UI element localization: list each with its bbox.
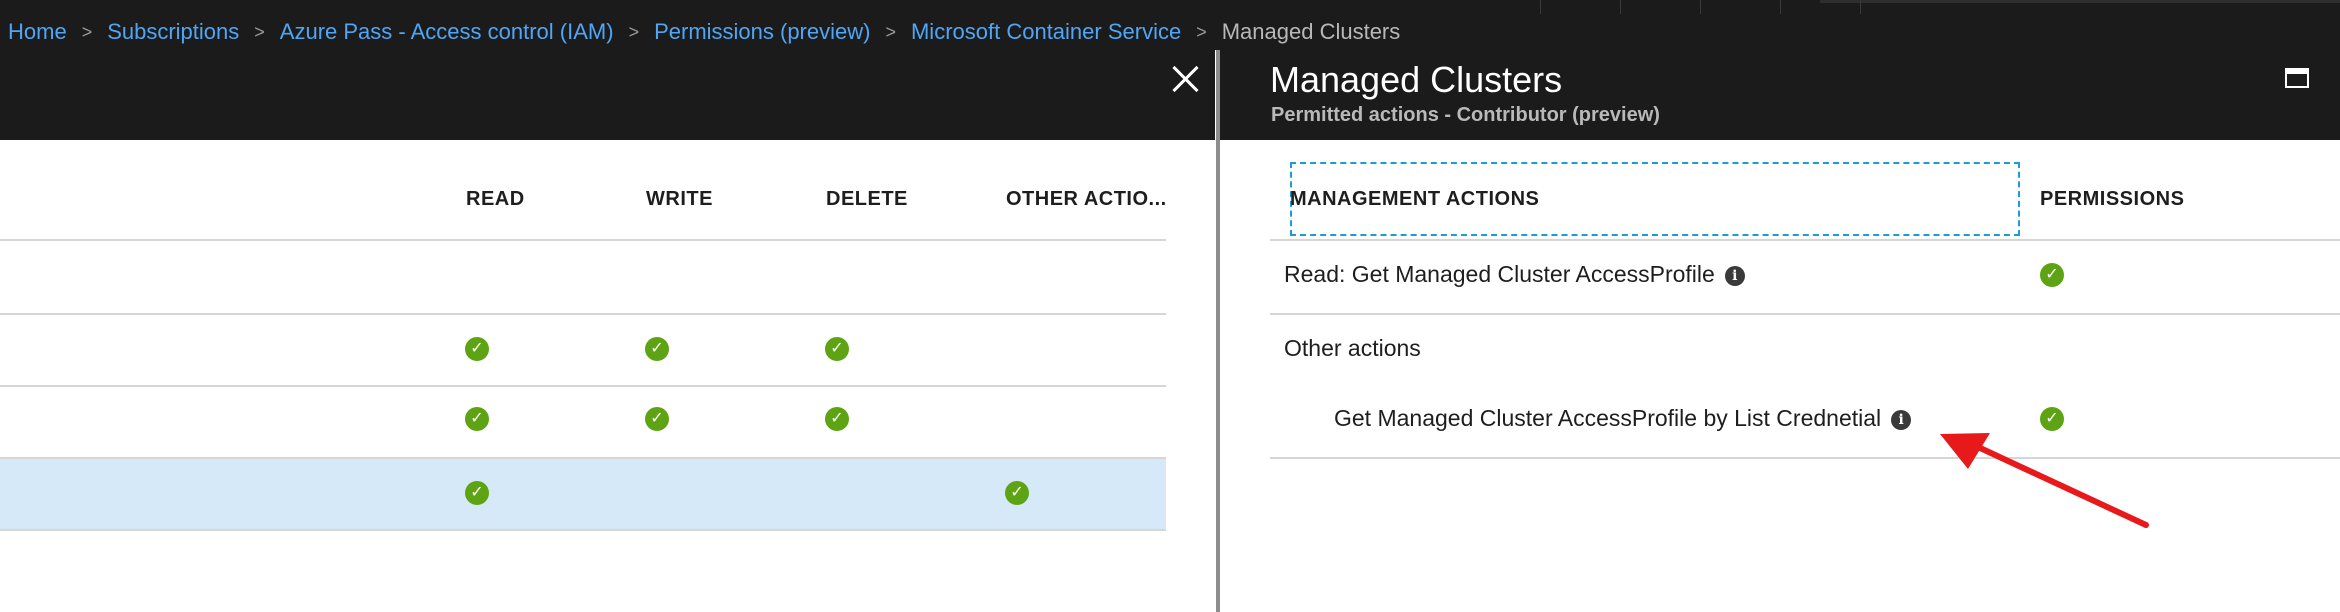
check-icon: ✓ <box>1005 481 1029 505</box>
breadcrumb-permissions[interactable]: Permissions (preview) <box>654 19 870 45</box>
column-header-write[interactable]: WRITE <box>646 188 713 211</box>
breadcrumb-current: Managed Clusters <box>1221 19 1401 44</box>
breadcrumb-separator: > <box>254 21 265 42</box>
check-icon: ✓ <box>2040 263 2064 287</box>
check-icon: ✓ <box>825 337 849 361</box>
action-row[interactable]: Read: Get Managed Cluster AccessProfile i… <box>1270 241 2340 313</box>
annotation-arrow-icon <box>1940 433 2149 528</box>
check-icon: ✓ <box>825 407 849 431</box>
breadcrumb-access-control[interactable]: Azure Pass - Access control (IAM) <box>280 19 614 45</box>
check-icon: ✓ <box>465 337 489 361</box>
table-divider <box>0 529 1166 531</box>
breadcrumb-separator: > <box>885 21 896 42</box>
action-row[interactable]: Other actions <box>1270 315 2340 385</box>
table-row[interactable]: ✓ ✓ ✓ <box>0 315 1166 385</box>
action-row-content: Get Managed Cluster AccessProfile by Lis… <box>1334 405 1912 432</box>
action-label: Other actions <box>1284 335 1421 361</box>
breadcrumb-home[interactable]: Home <box>8 19 67 45</box>
top-bar-button[interactable] <box>1540 0 1621 14</box>
table-row-selected[interactable]: ✓ ✓ <box>0 459 1166 529</box>
check-icon: ✓ <box>465 407 489 431</box>
breadcrumb-subscriptions[interactable]: Subscriptions <box>107 19 239 45</box>
action-label: Read: Get Managed Cluster AccessProfile <box>1284 261 1715 287</box>
action-label: Get Managed Cluster AccessProfile by Lis… <box>1334 405 1882 431</box>
column-header-permissions[interactable]: PERMISSIONS <box>2040 188 2184 211</box>
action-row[interactable]: Get Managed Cluster AccessProfile by Lis… <box>1270 385 2340 457</box>
breadcrumb-separator: > <box>628 21 640 42</box>
top-bar-button[interactable] <box>1780 0 1861 14</box>
blade-subtitle: Permitted actions - Contributor (preview… <box>1271 104 1660 126</box>
blade-title: Managed Clusters <box>1270 59 1563 100</box>
action-row-content: Read: Get Managed Cluster AccessProfile i <box>1284 261 1745 288</box>
close-icon[interactable] <box>1170 64 1200 94</box>
left-blade-header <box>0 50 1215 140</box>
breadcrumb: Home > Subscriptions > Azure Pass - Acce… <box>0 14 2340 50</box>
breadcrumb-separator: > <box>81 21 93 42</box>
table-divider <box>1270 457 2340 459</box>
top-bar-button[interactable] <box>1700 0 1781 14</box>
breadcrumb-container-service[interactable]: Microsoft Container Service <box>911 19 1181 45</box>
info-icon[interactable]: i <box>1724 265 1745 286</box>
column-header-other-actions[interactable]: OTHER ACTIO... <box>1006 188 1167 211</box>
breadcrumb-separator: > <box>1196 21 1207 42</box>
check-icon: ✓ <box>645 337 669 361</box>
table-row[interactable]: ✓ ✓ ✓ <box>0 387 1166 457</box>
column-header-management-actions[interactable]: MANAGEMENT ACTIONS <box>1290 188 1539 211</box>
top-bar-button[interactable] <box>1620 0 1701 14</box>
right-blade-header: Managed Clusters Permitted actions - Con… <box>1220 50 2340 140</box>
top-bar <box>0 0 2340 14</box>
top-bar-button[interactable] <box>1860 0 1941 14</box>
check-icon: ✓ <box>465 481 489 505</box>
column-header-read[interactable]: READ <box>466 188 525 211</box>
maximize-icon[interactable] <box>2285 68 2309 88</box>
column-header-delete[interactable]: DELETE <box>826 188 908 211</box>
check-icon: ✓ <box>645 407 669 431</box>
info-icon[interactable]: i <box>1891 409 1912 430</box>
table-row[interactable] <box>0 241 1166 313</box>
